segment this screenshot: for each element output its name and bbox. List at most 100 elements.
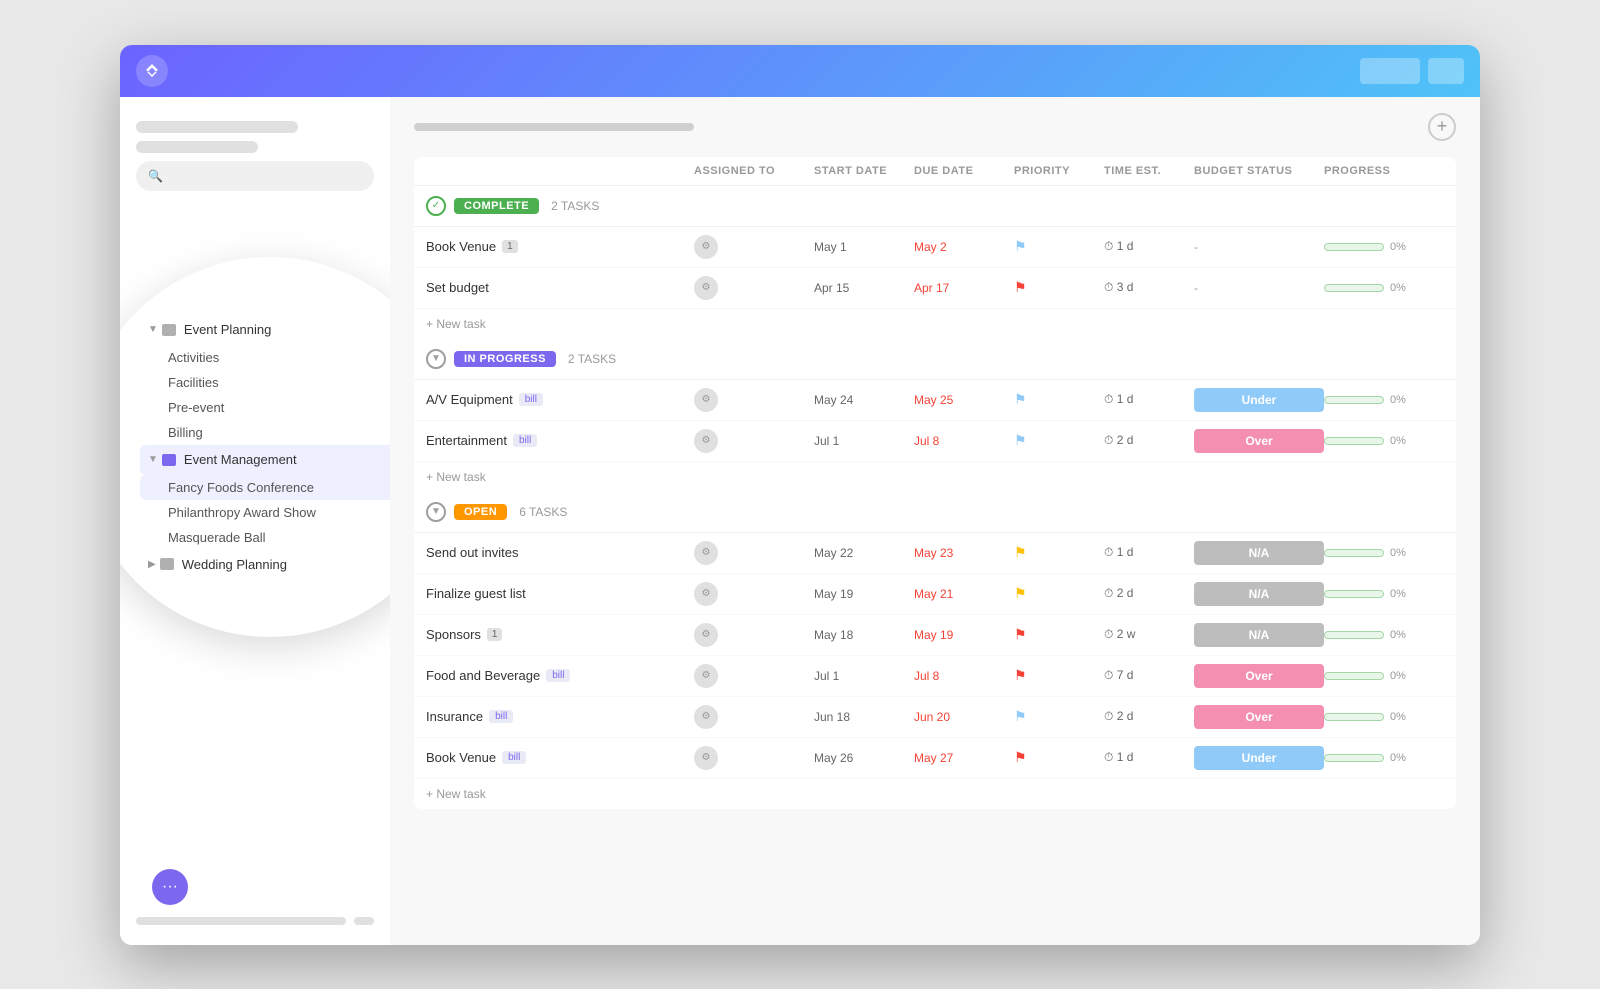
progress-cell: 0% (1324, 670, 1444, 682)
flag-icon-red: ⚑ (1014, 626, 1027, 642)
col-priority: PRIORITY (1014, 165, 1104, 177)
avatar: ⚙ (694, 429, 718, 453)
sidebar-sub-philanthropy[interactable]: Philanthropy Award Show 8 (140, 500, 390, 525)
due-date-cell: May 2 (914, 240, 1014, 254)
title-bar-button-1[interactable] (1360, 58, 1420, 84)
task-name-set-budget[interactable]: Set budget (426, 280, 694, 295)
budget-status-cell: - (1194, 240, 1324, 254)
task-table: ASSIGNED TO START DATE DUE DATE PRIORITY… (414, 157, 1456, 809)
task-name-book-venue[interactable]: Book Venue 1 (426, 239, 694, 254)
section-toggle-open[interactable]: ▼ (426, 502, 446, 522)
progress-cell: 0% (1324, 435, 1444, 447)
table-row: A/V Equipment bill ⚙ May 24 May 25 ⚑ ⏱ 1… (414, 380, 1456, 421)
start-date-cell: Jul 1 (814, 434, 914, 448)
progress-bar (1324, 284, 1384, 292)
flag-icon-red: ⚑ (1014, 667, 1027, 683)
progress-cell: 0% (1324, 282, 1444, 294)
section-header-complete: ✓ COMPLETE 2 TASKS (414, 186, 1456, 227)
col-due: DUE DATE (914, 165, 1014, 177)
tag-pill-bill: bill (502, 751, 526, 764)
app-window: 🔍 ▼ Event Planning ··· Activities 7 Faci… (120, 45, 1480, 945)
task-count-complete: 2 TASKS (551, 199, 599, 213)
table-row: Finalize guest list ⚙ May 19 May 21 ⚑ ⏱ … (414, 574, 1456, 615)
task-label: Book Venue (426, 750, 496, 765)
new-task-button-in-progress[interactable]: + New task (414, 462, 1456, 492)
sidebar-item-event-planning[interactable]: ▼ Event Planning ··· (140, 315, 390, 345)
start-date-cell: Apr 15 (814, 281, 914, 295)
budget-status-cell-na: N/A (1194, 623, 1324, 647)
col-budget: BUDGET STATUS (1194, 165, 1324, 177)
tag-pill-bill: bill (513, 434, 537, 447)
priority-cell: ⚑ (1014, 238, 1104, 255)
sidebar-sub-activities[interactable]: Activities 7 (140, 345, 390, 370)
progress-bar (1324, 437, 1384, 445)
title-bar-button-2[interactable] (1428, 58, 1464, 84)
content-area: + ASSIGNED TO START DATE DUE DATE PRIORI… (390, 97, 1480, 945)
col-progress: PROGRESS (1324, 165, 1444, 177)
folder-icon-gray (162, 324, 176, 336)
task-name-sponsors[interactable]: Sponsors 1 (426, 627, 694, 642)
section-toggle-complete[interactable]: ✓ (426, 196, 446, 216)
progress-pct: 0% (1390, 711, 1406, 723)
app-logo[interactable] (136, 55, 168, 87)
sidebar-sub-masquerade[interactable]: Masquerade Ball 8 (140, 525, 390, 550)
section-toggle-in-progress[interactable]: ▼ (426, 349, 446, 369)
priority-cell: ⚑ (1014, 667, 1104, 684)
table-row: Food and Beverage bill ⚙ Jul 1 Jul 8 ⚑ ⏱… (414, 656, 1456, 697)
task-name-finalize-guest[interactable]: Finalize guest list (426, 586, 694, 601)
progress-pct: 0% (1390, 394, 1406, 406)
start-date-cell: Jun 18 (814, 710, 914, 724)
assigned-cell: ⚙ (694, 705, 814, 729)
chat-control (354, 917, 374, 925)
table-row: Sponsors 1 ⚙ May 18 May 19 ⚑ ⏱ 2 w N/A 0… (414, 615, 1456, 656)
task-name-send-invites[interactable]: Send out invites (426, 545, 694, 560)
start-date-cell: May 24 (814, 393, 914, 407)
sidebar-sub-facilities[interactable]: Facilities 7 (140, 370, 390, 395)
due-date-cell: Jul 8 (914, 434, 1014, 448)
start-date-cell: May 19 (814, 587, 914, 601)
sidebar-item-event-management[interactable]: ▼ Event Management ··· (140, 445, 390, 475)
chevron-icon-em: ▼ (148, 454, 158, 465)
sidebar-placeholder-title (136, 121, 298, 133)
flag-icon-yellow: ⚑ (1014, 585, 1027, 601)
task-name-book-venue-2[interactable]: Book Venue bill (426, 750, 694, 765)
sidebar-sub-fancy-foods[interactable]: Fancy Foods Conference 8 (140, 475, 390, 500)
progress-pct: 0% (1390, 670, 1406, 682)
sidebar-sub-pre-event[interactable]: Pre-event 6 (140, 395, 390, 420)
new-task-button-open[interactable]: + New task (414, 779, 1456, 809)
sub-label-fancy-foods: Fancy Foods Conference (168, 480, 314, 495)
sidebar-placeholder-subtitle (136, 141, 258, 153)
start-date-cell: May 26 (814, 751, 914, 765)
time-est-cell: ⏱ 3 d (1104, 280, 1194, 295)
folder-icon-blue (162, 454, 176, 466)
progress-bar (1324, 631, 1384, 639)
chat-button[interactable]: ··· (152, 869, 188, 905)
task-name-av-equipment[interactable]: A/V Equipment bill (426, 392, 694, 407)
task-name-insurance[interactable]: Insurance bill (426, 709, 694, 724)
progress-pct: 0% (1390, 752, 1406, 764)
time-est-cell: ⏱ 7 d (1104, 668, 1194, 683)
add-section-button[interactable]: + (1428, 113, 1456, 141)
task-label: Sponsors (426, 627, 481, 642)
task-label: Food and Beverage (426, 668, 540, 683)
priority-cell: ⚑ (1014, 279, 1104, 296)
task-name-entertainment[interactable]: Entertainment bill (426, 433, 694, 448)
task-name-food-beverage[interactable]: Food and Beverage bill (426, 668, 694, 683)
time-est-cell: ⏱ 2 d (1104, 709, 1194, 724)
task-count-bubble: 1 (487, 628, 503, 641)
task-label: Send out invites (426, 545, 519, 560)
progress-cell: 0% (1324, 394, 1444, 406)
sidebar-sub-billing[interactable]: Billing 3 (140, 420, 390, 445)
budget-status-cell-under: Under (1194, 388, 1324, 412)
progress-pct: 0% (1390, 629, 1406, 641)
flag-icon-yellow: ⚑ (1014, 544, 1027, 560)
new-task-button-complete[interactable]: + New task (414, 309, 1456, 339)
table-row: Entertainment bill ⚙ Jul 1 Jul 8 ⚑ ⏱ 2 d… (414, 421, 1456, 462)
time-est-cell: ⏱ 2 d (1104, 586, 1194, 601)
progress-cell: 0% (1324, 711, 1444, 723)
sidebar-item-wedding-planning[interactable]: ▶ Wedding Planning (140, 550, 390, 579)
table-row: Send out invites ⚙ May 22 May 23 ⚑ ⏱ 1 d… (414, 533, 1456, 574)
progress-cell: 0% (1324, 588, 1444, 600)
task-count-in-progress: 2 TASKS (568, 352, 616, 366)
sidebar-search[interactable]: 🔍 (136, 161, 374, 191)
